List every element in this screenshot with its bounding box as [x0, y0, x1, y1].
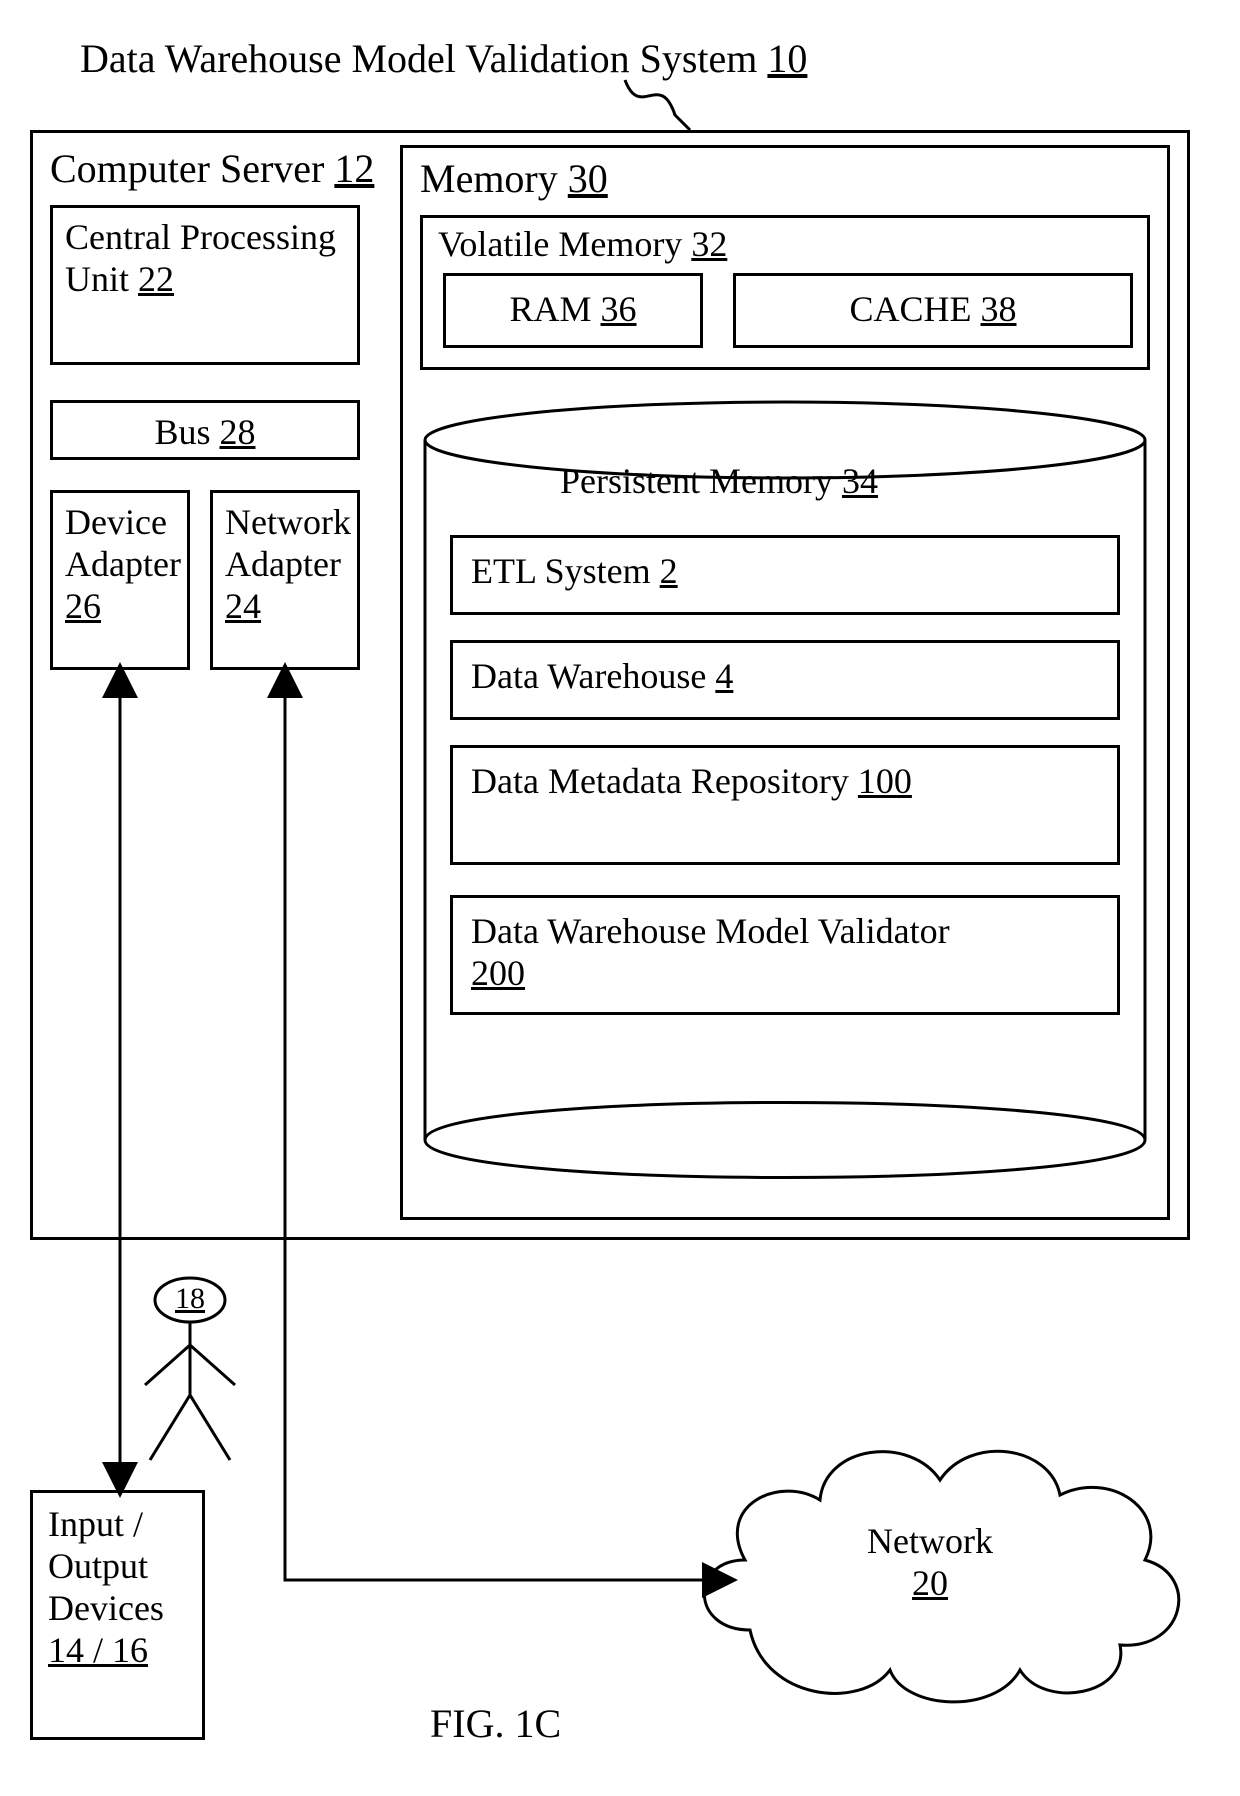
- bus-box: Bus 28: [50, 400, 360, 460]
- io-devices-box: Input / Output Devices 14 / 16: [30, 1490, 205, 1740]
- volatile-label: Volatile Memory 32: [438, 223, 727, 265]
- cpu-box: Central Processing Unit 22: [50, 205, 360, 365]
- ram-box: RAM 36: [443, 273, 703, 348]
- arrow-netadapter-cloud: [270, 670, 740, 1600]
- title-pointer-squiggle: [620, 70, 700, 130]
- figure-label: FIG. 1C: [430, 1700, 561, 1747]
- title-ref: 10: [767, 36, 807, 81]
- device-adapter-box: Device Adapter 26: [50, 490, 190, 670]
- network-adapter-box: Network Adapter 24: [210, 490, 360, 670]
- volatile-memory-box: Volatile Memory 32 RAM 36 CACHE 38: [420, 215, 1150, 370]
- memory-label: Memory 30: [420, 155, 608, 202]
- user-icon: 18: [130, 1275, 250, 1475]
- arrow-devadapter-io: [105, 670, 135, 1490]
- network-label: Network 20: [830, 1520, 1030, 1604]
- etl-system-box: ETL System 2: [450, 535, 1120, 615]
- cache-box: CACHE 38: [733, 273, 1133, 348]
- user-ref: 18: [175, 1282, 205, 1315]
- server-label: Computer Server 12: [50, 145, 374, 192]
- persistent-label: Persistent Memory 34: [560, 460, 878, 502]
